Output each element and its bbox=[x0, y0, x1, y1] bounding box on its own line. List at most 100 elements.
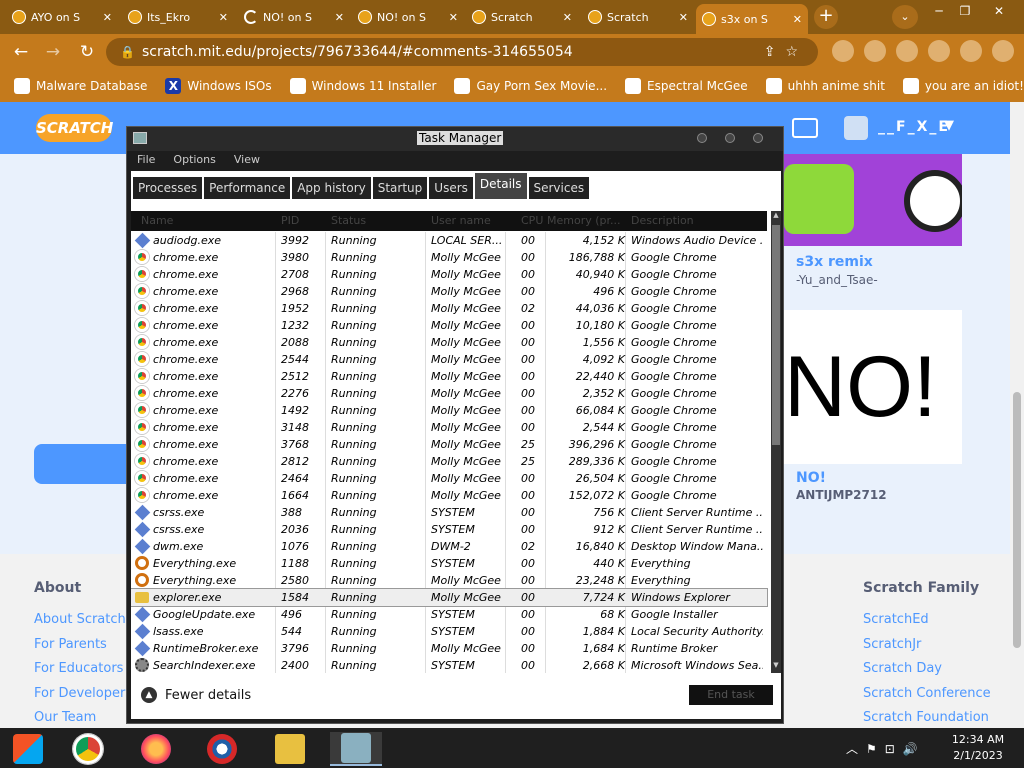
table-row[interactable]: chrome.exe 1232 Running Molly McGee 00 10,180… bbox=[131, 317, 767, 334]
table-row[interactable]: chrome.exe 3148 Running Molly McGee 00 2,544 … bbox=[131, 419, 767, 436]
close-button[interactable] bbox=[753, 133, 763, 143]
minimize-button[interactable] bbox=[697, 133, 707, 143]
fewer-details-button[interactable]: ▲ Fewer details bbox=[141, 687, 251, 703]
table-row[interactable]: chrome.exe 2276 Running Molly McGee 00 2,352 … bbox=[131, 385, 767, 402]
scrollbar-thumb[interactable] bbox=[772, 225, 780, 445]
tab-5[interactable]: Scratch ✕ bbox=[466, 4, 578, 30]
footer-link[interactable]: Our Team bbox=[34, 710, 96, 725]
windows-icon[interactable] bbox=[2, 732, 54, 766]
minimize-button[interactable]: ─ bbox=[926, 2, 952, 20]
table-row[interactable]: chrome.exe 2088 Running Molly McGee 00 1,556 … bbox=[131, 334, 767, 351]
sidebar-icon[interactable] bbox=[928, 40, 950, 62]
scrollbar-thumb[interactable] bbox=[1013, 392, 1021, 648]
omnibox-icons[interactable]: ⇪☆ bbox=[764, 38, 808, 66]
column-header[interactable]: CPU bbox=[521, 214, 545, 227]
tab-app-history[interactable]: App history bbox=[292, 177, 371, 199]
table-row[interactable]: chrome.exe 2968 Running Molly McGee 00 496 K G… bbox=[131, 283, 767, 300]
tab-services[interactable]: Services bbox=[528, 177, 590, 199]
column-header[interactable]: PID bbox=[281, 214, 327, 227]
project-author[interactable]: ANTIJMP2712 bbox=[796, 488, 887, 502]
close-tab-icon[interactable]: ✕ bbox=[563, 11, 572, 24]
menu-icon[interactable] bbox=[992, 40, 1014, 62]
project-author[interactable]: -Yu_and_Tsae- bbox=[796, 273, 878, 287]
close-tab-icon[interactable]: ✕ bbox=[335, 11, 344, 24]
column-header[interactable]: Memory (pr... bbox=[547, 214, 631, 227]
bookmark-4[interactable]: Gay Porn Sex Movie... bbox=[454, 78, 607, 94]
forward-icon[interactable]: → bbox=[42, 42, 64, 62]
page-scrollbar[interactable] bbox=[1010, 102, 1024, 728]
project-title[interactable]: NO! bbox=[796, 470, 826, 486]
tab-performance[interactable]: Performance bbox=[204, 177, 291, 199]
bookmark-6[interactable]: uhhh anime shit bbox=[765, 78, 885, 94]
back-icon[interactable]: ← bbox=[10, 42, 32, 62]
system-tray[interactable]: ︿⚑⊡🔊 bbox=[846, 740, 926, 757]
table-row[interactable]: chrome.exe 2464 Running Molly McGee 00 26,504… bbox=[131, 470, 767, 487]
tab-3[interactable]: NO! on S ✕ bbox=[238, 4, 350, 30]
column-header[interactable]: Description bbox=[631, 214, 763, 227]
table-row[interactable]: csrss.exe 388 Running SYSTEM 00 756 K Client S… bbox=[131, 504, 767, 521]
scroll-down-icon[interactable]: ▼ bbox=[771, 661, 781, 671]
tab-details[interactable]: Details bbox=[474, 173, 527, 199]
table-row[interactable]: lsass.exe 544 Running SYSTEM 00 1,884 K Local … bbox=[131, 623, 767, 640]
table-row[interactable]: explorer.exe 1584 Running Molly McGee 00 7,72… bbox=[131, 588, 768, 607]
column-header[interactable]: User name bbox=[431, 214, 505, 227]
table-row[interactable]: GoogleUpdate.exe 496 Running SYSTEM 00 68 K Go… bbox=[131, 606, 767, 623]
footer-link[interactable]: For Parents bbox=[34, 637, 107, 652]
table-row[interactable]: SearchIndexer.exe 2400 Running SYSTEM 00 2,66… bbox=[131, 657, 767, 673]
footer-link[interactable]: Scratch Foundation bbox=[863, 710, 989, 725]
remix-button[interactable] bbox=[34, 444, 134, 484]
menu-file[interactable]: File bbox=[137, 153, 155, 171]
close-tab-icon[interactable]: ✕ bbox=[103, 11, 112, 24]
table-row[interactable]: chrome.exe 2812 Running Molly McGee 25 289,33… bbox=[131, 453, 767, 470]
scroll-up-icon[interactable]: ▲ bbox=[771, 211, 781, 221]
new-tab-button[interactable]: + bbox=[814, 5, 838, 29]
clock[interactable]: 12:34 AM 2/1/2023 bbox=[946, 732, 1010, 764]
chevron-down-icon[interactable]: ▼ bbox=[944, 118, 954, 133]
tab-1[interactable]: AYO on S ✕ bbox=[6, 4, 118, 30]
footer-link[interactable]: For Educators bbox=[34, 661, 123, 676]
close-tab-icon[interactable]: ✕ bbox=[219, 11, 228, 24]
column-header[interactable]: Name bbox=[141, 214, 261, 227]
file-explorer-icon[interactable] bbox=[264, 732, 316, 766]
table-row[interactable]: audiodg.exe 3992 Running LOCAL SER... 00 4,15… bbox=[131, 232, 767, 249]
table-row[interactable]: chrome.exe 2708 Running Molly McGee 00 40,940… bbox=[131, 266, 767, 283]
footer-link[interactable]: ScratchJr bbox=[863, 637, 921, 652]
table-row[interactable]: chrome.exe 1664 Running Molly McGee 00 152,07… bbox=[131, 487, 767, 504]
tab-7[interactable]: s3x on S ✕ bbox=[696, 4, 808, 34]
close-tab-icon[interactable]: ✕ bbox=[449, 11, 458, 24]
tab-startup[interactable]: Startup bbox=[372, 177, 428, 199]
profile-picture-icon[interactable] bbox=[864, 40, 886, 62]
tab-4[interactable]: NO! on S ✕ bbox=[352, 4, 464, 30]
bookmark-3[interactable]: Windows 11 Installer bbox=[289, 78, 436, 94]
restore-button[interactable]: ❐ bbox=[952, 2, 978, 20]
tab-users[interactable]: Users bbox=[429, 177, 473, 199]
table-row[interactable]: chrome.exe 1492 Running Molly McGee 00 66,084… bbox=[131, 402, 767, 419]
reload-icon[interactable]: ↻ bbox=[76, 42, 98, 62]
table-row[interactable]: Everything.exe 1188 Running SYSTEM 00 440 K Ev… bbox=[131, 555, 767, 572]
table-row[interactable]: chrome.exe 1952 Running Molly McGee 02 44,036… bbox=[131, 300, 767, 317]
bookmark-2[interactable]: X Windows ISOs bbox=[165, 78, 272, 94]
table-row[interactable]: chrome.exe 3980 Running Molly McGee 00 186,78… bbox=[131, 249, 767, 266]
table-row[interactable]: RuntimeBroker.exe 3796 Running Molly McGee 0… bbox=[131, 640, 767, 657]
project-thumbnail[interactable] bbox=[784, 154, 962, 246]
bookmark-7[interactable]: you are an idiot! bbox=[902, 78, 1024, 94]
close-window-button[interactable]: ✕ bbox=[986, 2, 1012, 20]
end-task-button[interactable]: End task bbox=[689, 685, 773, 705]
table-row[interactable]: csrss.exe 2036 Running SYSTEM 00 912 K Client … bbox=[131, 521, 767, 538]
table-row[interactable]: chrome.exe 3768 Running Molly McGee 25 396,29… bbox=[131, 436, 767, 453]
firefox-icon[interactable] bbox=[130, 732, 182, 766]
task-manager-icon[interactable] bbox=[330, 732, 382, 766]
table-row[interactable]: dwm.exe 1076 Running DWM-2 02 16,840 K Desktop… bbox=[131, 538, 767, 555]
tab-6[interactable]: Scratch ✕ bbox=[582, 4, 694, 30]
table-row[interactable]: chrome.exe 2512 Running Molly McGee 00 22,440… bbox=[131, 368, 767, 385]
menu-options[interactable]: Options bbox=[173, 153, 215, 171]
column-header[interactable]: Status bbox=[331, 214, 427, 227]
puzzle-icon[interactable] bbox=[896, 40, 918, 62]
avatar[interactable] bbox=[844, 116, 868, 140]
close-tab-icon[interactable]: ✕ bbox=[793, 13, 802, 26]
chrome-icon[interactable] bbox=[62, 732, 114, 766]
obama-icon[interactable] bbox=[196, 732, 248, 766]
account-icon[interactable] bbox=[960, 40, 982, 62]
scratch-logo[interactable]: SCRATCH bbox=[36, 114, 113, 142]
address-bar[interactable]: 🔒 scratch.mit.edu/projects/796733644/#co… bbox=[106, 38, 818, 66]
